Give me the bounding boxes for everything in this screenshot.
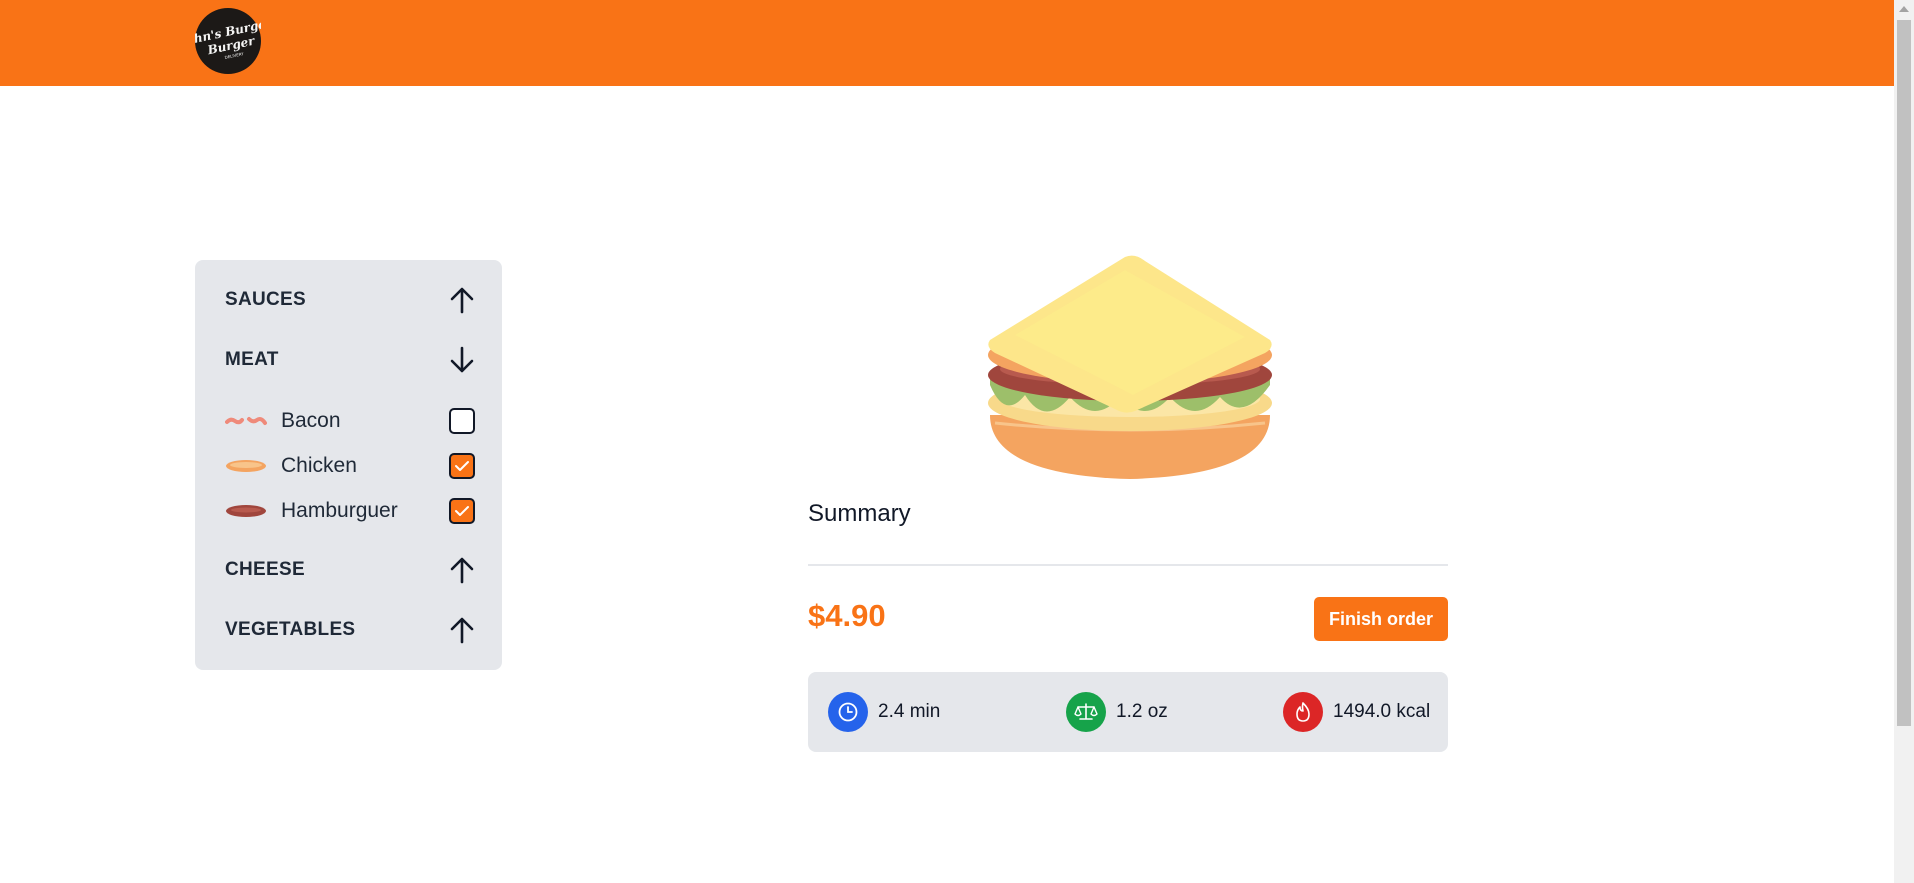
- ingredient-label: Hamburguer: [281, 499, 398, 522]
- checkmark-icon: [455, 506, 469, 516]
- scroll-up-arrow-icon[interactable]: [1899, 6, 1909, 12]
- hamburger-patty-icon: [226, 505, 266, 517]
- burger-illustration: [988, 255, 1272, 479]
- arrow-up-icon[interactable]: [449, 615, 475, 645]
- arrow-up-icon[interactable]: [449, 555, 475, 585]
- checkmark-icon: [455, 461, 469, 471]
- page-scrollbar[interactable]: [1894, 0, 1914, 883]
- arrow-down-icon[interactable]: [449, 345, 475, 375]
- stat-calories-value: 1494.0 kcal: [1333, 701, 1431, 722]
- arrow-up-icon[interactable]: [449, 285, 475, 315]
- stat-weight-value: 1.2 oz: [1116, 701, 1168, 722]
- stat-calories: 1494.0 kcal: [1283, 692, 1430, 732]
- nutrition-stats: 2.4 min 1.2 oz 1494.0 kcal: [808, 672, 1448, 752]
- ingredient-chicken: Chicken: [225, 449, 475, 483]
- chicken-icon: [226, 460, 266, 472]
- clock-icon: [828, 692, 868, 732]
- bacon-checkbox[interactable]: [449, 408, 475, 434]
- category-vegetables[interactable]: VEGETABLES: [225, 610, 475, 650]
- order-price: $4.90: [808, 598, 886, 633]
- hamburguer-checkbox[interactable]: [449, 498, 475, 524]
- category-cheese[interactable]: CHEESE: [225, 550, 475, 590]
- ingredients-panel: SAUCES MEAT Bacon Chicken Hamburguer CHE…: [195, 260, 502, 670]
- ingredient-hamburguer: Hamburguer: [225, 494, 475, 528]
- stat-time: 2.4 min: [828, 692, 940, 732]
- chicken-checkbox[interactable]: [449, 453, 475, 479]
- stat-weight: 1.2 oz: [1066, 692, 1168, 732]
- category-label: CHEESE: [225, 559, 305, 580]
- ingredient-bacon: Bacon: [225, 404, 475, 438]
- finish-order-button[interactable]: Finish order: [1314, 597, 1448, 641]
- top-header: John's Burger Burger DELIVERY: [0, 0, 1894, 86]
- bacon-icon: [225, 417, 267, 425]
- flame-icon: [1283, 692, 1323, 732]
- scale-icon: [1066, 692, 1106, 732]
- logo[interactable]: John's Burger Burger DELIVERY: [195, 8, 261, 74]
- category-label: MEAT: [225, 349, 279, 370]
- category-label: SAUCES: [225, 289, 306, 310]
- category-meat[interactable]: MEAT: [225, 340, 475, 380]
- category-label: VEGETABLES: [225, 619, 356, 640]
- ingredient-label: Bacon: [281, 409, 341, 432]
- ingredient-label: Chicken: [281, 454, 357, 477]
- scroll-thumb[interactable]: [1897, 20, 1911, 726]
- summary-divider: [808, 564, 1448, 566]
- logo-icon: John's Burger Burger DELIVERY: [195, 9, 261, 73]
- category-sauces[interactable]: SAUCES: [225, 280, 475, 320]
- summary-title: Summary: [808, 500, 911, 527]
- stat-time-value: 2.4 min: [878, 701, 941, 722]
